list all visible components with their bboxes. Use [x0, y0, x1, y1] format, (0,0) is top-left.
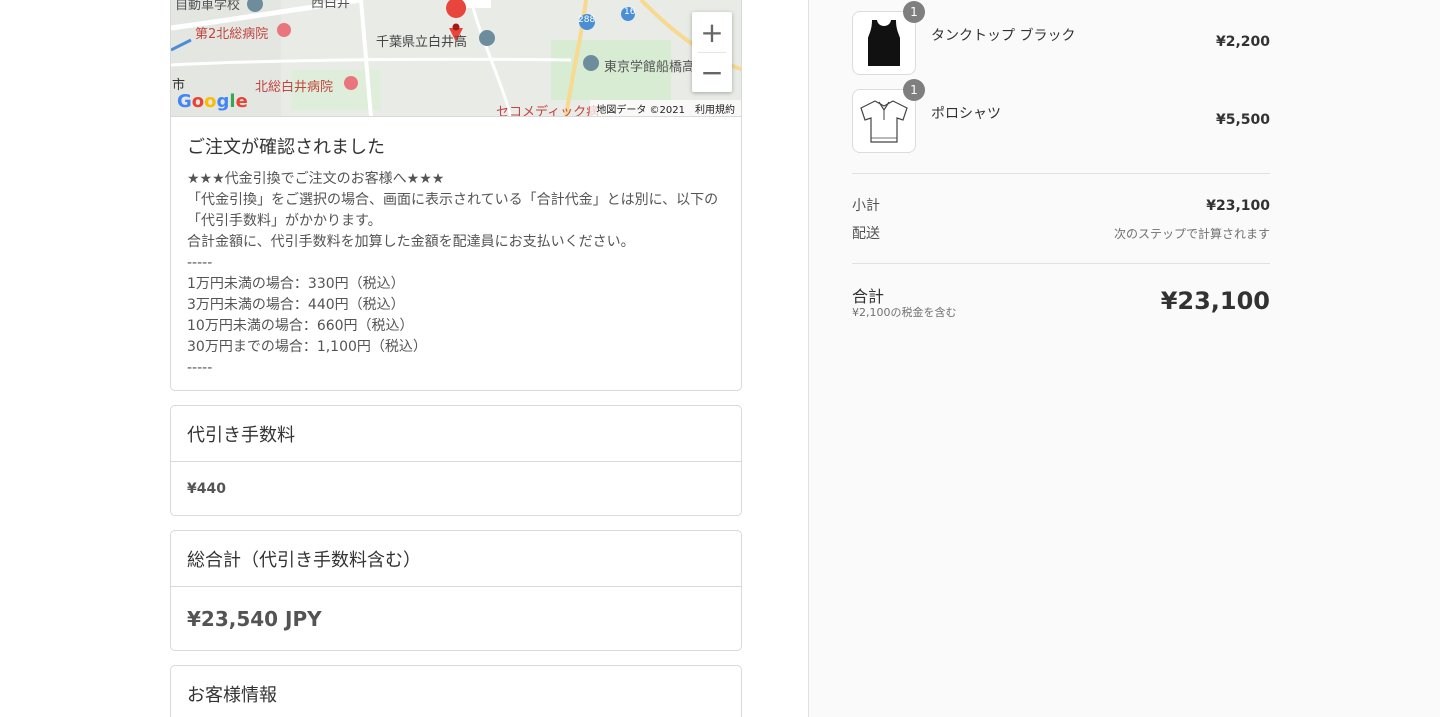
map-label: 自動車学校 — [175, 0, 241, 13]
polo-shirt-icon — [860, 100, 908, 143]
notice-line: ★★★代金引換でご注文のお客様へ★★★ — [187, 171, 445, 187]
cod-fee-section: 代引き手数料 ¥440 — [170, 405, 742, 516]
total-value: ¥23,100 — [1160, 287, 1270, 315]
grand-total-section: 総合計（代引き手数料含む） ¥23,540 JPY — [170, 530, 742, 651]
quantity-badge: 1 — [903, 1, 925, 23]
product-name: ポロシャツ — [931, 106, 1001, 122]
zoom-in-button[interactable]: + — [692, 12, 732, 52]
shipping-label: 配送 — [852, 226, 880, 242]
grand-total-value: ¥23,540 JPY — [187, 607, 322, 631]
checkout-page: 自動車学校 第2北総病院 西白井 千葉県立白井高 288 16 東京学館船橋高 … — [0, 0, 1440, 717]
zoom-out-button[interactable]: − — [692, 52, 732, 92]
notice-line: ----- — [187, 360, 213, 376]
product-price: ¥2,200 — [1215, 34, 1270, 50]
summary-divider — [852, 173, 1270, 174]
notice-line: 「代金引換」をご選択の場合、画面に表示されている「合計代金」とは別に、以下の — [187, 192, 719, 208]
notice-line: 1万円未満の場合：330円（税込） — [187, 276, 405, 292]
map-label: 西白井 — [311, 0, 351, 11]
map-label: 288 — [578, 15, 596, 25]
map-terms-link[interactable]: 利用規約 — [695, 105, 735, 116]
google-logo: Google — [177, 91, 248, 112]
shipping-row: 配送 次のステップで計算されます — [852, 223, 1270, 243]
map-data-credit: 地図データ ©2021 — [596, 105, 685, 116]
tax-note: ¥2,100の税金を含む — [852, 306, 957, 319]
line-item: 1 ポロシャツ ¥5,500 — [852, 79, 1270, 153]
notice-line: 合計金額に、代引手数料を加算した金額を配達員にお支払いください。 — [187, 234, 635, 250]
notice-line: 「代引手数料」がかかります。 — [187, 213, 382, 229]
section-title: 総合計（代引き手数料含む） — [171, 531, 741, 587]
customer-info-section: お客様情報 — [170, 665, 742, 717]
map-label: セコメディック病 — [496, 105, 600, 117]
zoom-divider — [698, 52, 726, 53]
notice-line: 30万円までの場合：1,100円（税込） — [187, 339, 427, 355]
tank-top-icon — [868, 20, 900, 66]
map-label: 16 — [624, 7, 636, 17]
notice-line: 10万円未満の場合：660円（税込） — [187, 318, 414, 334]
map-label: 東京学館船橋高 — [604, 60, 696, 75]
shipping-value: 次のステップで計算されます — [1113, 227, 1270, 241]
subtotal-label: 小計 — [852, 198, 880, 214]
order-confirmed-section: ご注文が確認されました ★★★代金引換でご注文のお客様へ★★★ 「代金引換」をご… — [170, 116, 742, 391]
summary-divider — [852, 263, 1270, 264]
map-zoom-control: + − — [692, 12, 732, 92]
map-attribution: 地図データ ©2021 利用規約 — [590, 100, 741, 116]
order-status-column: 自動車学校 第2北総病院 西白井 千葉県立白井高 288 16 東京学館船橋高 … — [0, 0, 808, 717]
quantity-badge: 1 — [903, 79, 925, 101]
subtotal-row: 小計 ¥23,100 — [852, 195, 1270, 215]
cod-notice: ★★★代金引換でご注文のお客様へ★★★ 「代金引換」をご選択の場合、画面に表示さ… — [187, 169, 725, 379]
delivery-map[interactable]: 自動車学校 第2北総病院 西白井 千葉県立白井高 288 16 東京学館船橋高 … — [170, 0, 742, 117]
map-label: 第2北総病院 — [195, 27, 269, 42]
line-item: 1 タンクトップ ブラック ¥2,200 — [852, 1, 1270, 75]
map-label: 千葉県立白井高 — [376, 35, 468, 50]
product-name: タンクトップ ブラック — [931, 28, 1076, 44]
subtotal-value: ¥23,100 — [1206, 198, 1270, 214]
notice-line: ----- — [187, 255, 213, 271]
notice-line: 3万円未満の場合：440円（税込） — [187, 297, 405, 313]
cod-fee-value: ¥440 — [187, 481, 226, 497]
section-title: 代引き手数料 — [171, 406, 741, 462]
section-title: お客様情報 — [187, 685, 277, 706]
section-title: ご注文が確認されました — [187, 137, 385, 158]
map-label: 北総白井病院 — [255, 80, 334, 95]
product-price: ¥5,500 — [1215, 112, 1270, 128]
